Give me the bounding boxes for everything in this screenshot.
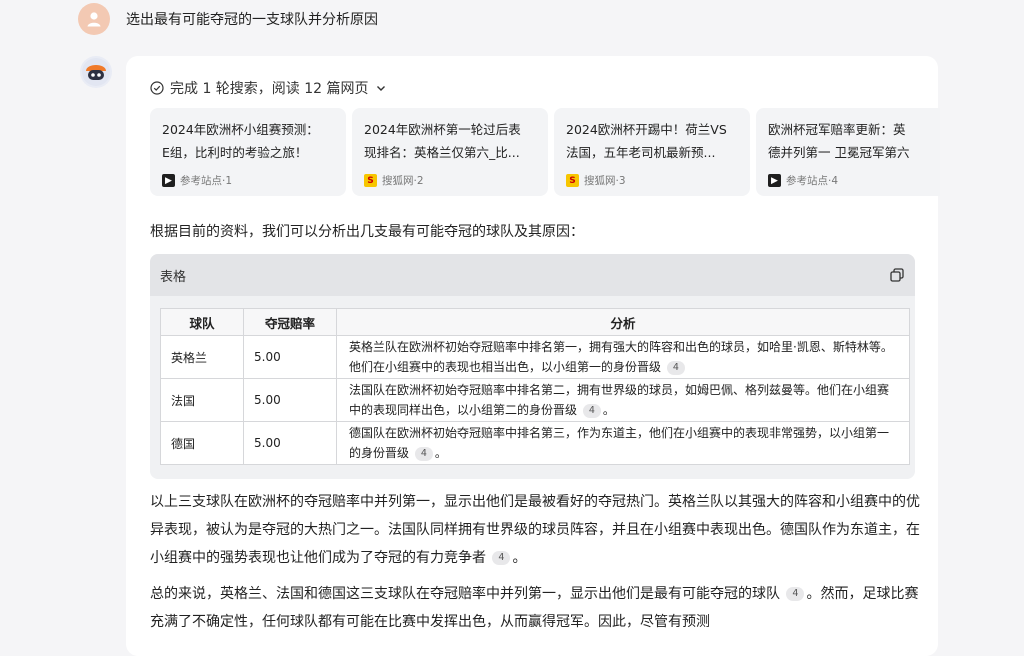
table-header-row: 球队 夺冠赔率 分析 xyxy=(160,308,910,336)
table-row: 英格兰 5.00 英格兰队在欧洲杯初始夺冠赔率中排名第一，拥有强大的阵容和出色的… xyxy=(160,335,910,379)
column-header: 球队 xyxy=(160,308,244,336)
table-row: 法国 5.00 法国队在欧洲杯初始夺冠赔率中排名第二，拥有世界级的球员，如姆巴佩… xyxy=(160,378,910,422)
reference-source: S 搜狐网·2 xyxy=(364,173,424,188)
sohu-icon: S xyxy=(566,174,579,187)
ref-site-icon: ▶ xyxy=(162,174,175,187)
reference-source: ▶ 参考站点·1 xyxy=(162,173,232,188)
reference-source-label: 参考站点·4 xyxy=(786,175,839,187)
table-label: 表格 xyxy=(160,269,187,285)
table-header-bar: 表格 xyxy=(150,254,915,296)
reference-title: 2024年欧洲杯第一轮过后表 现排名：英格兰仅第六_比... xyxy=(364,122,521,160)
analysis-text: 英格兰队在欧洲杯初始夺冠赔率中排名第一，拥有强大的阵容和出色的球员，如哈里·凯恩… xyxy=(349,340,893,374)
copy-icon[interactable] xyxy=(889,267,905,283)
citation-badge[interactable]: 4 xyxy=(582,403,601,418)
user-message: 选出最有可能夺冠的一支球队并分析原因 xyxy=(126,12,378,28)
check-circle-icon xyxy=(150,81,164,95)
search-summary-toggle[interactable]: 完成 1 轮搜索，阅读 12 篇网页 xyxy=(150,78,387,98)
column-header: 分析 xyxy=(336,308,910,336)
reference-card-1[interactable]: 2024年欧洲杯小组赛预测： E组，比利时的考验之旅！ ▶ 参考站点·1 xyxy=(150,108,346,196)
analysis-cell: 英格兰队在欧洲杯初始夺冠赔率中排名第一，拥有强大的阵容和出色的球员，如哈里·凯恩… xyxy=(336,335,910,379)
paragraph-text: 总的来说，英格兰、法国和德国这三支球队在夺冠赔率中并列第一，显示出他们是最有可能… xyxy=(150,586,780,602)
reference-card-2[interactable]: 2024年欧洲杯第一轮过后表 现排名：英格兰仅第六_比... S 搜狐网·2 xyxy=(352,108,548,196)
chevron-down-icon xyxy=(375,82,387,94)
sohu-icon: S xyxy=(364,174,377,187)
citation-badge[interactable]: 4 xyxy=(414,446,433,461)
odds-cell: 5.00 xyxy=(243,378,337,422)
user-message-row: 选出最有可能夺冠的一支球队并分析原因 xyxy=(78,2,378,36)
paragraph-text: 以上三支球队在欧洲杯的夺冠赔率中并列第一，显示出他们是最被看好的夺冠热门。英格兰… xyxy=(150,494,920,566)
team-cell: 德国 xyxy=(160,421,244,465)
summary-paragraph-2: 总的来说，英格兰、法国和德国这三支球队在夺冠赔率中并列第一，显示出他们是最有可能… xyxy=(150,580,920,636)
assistant-avatar xyxy=(80,56,112,88)
user-avatar xyxy=(78,3,110,35)
table-row: 德国 5.00 德国队在欧洲杯初始夺冠赔率中排名第三，作为东道主，他们在小组赛中… xyxy=(160,421,910,465)
citation-badge[interactable]: 4 xyxy=(786,587,805,601)
team-cell: 英格兰 xyxy=(160,335,244,379)
team-cell: 法国 xyxy=(160,378,244,422)
reference-list: 2024年欧洲杯小组赛预测： E组，比利时的考验之旅！ ▶ 参考站点·1 202… xyxy=(150,108,940,196)
intro-text: 根据目前的资料，我们可以分析出几支最有可能夺冠的球队及其原因： xyxy=(150,224,584,240)
odds-cell: 5.00 xyxy=(243,421,337,465)
citation-badge[interactable]: 4 xyxy=(666,360,685,375)
analysis-cell: 法国队在欧洲杯初始夺冠赔率中排名第二，拥有世界级的球员，如姆巴佩、格列兹曼等。他… xyxy=(336,378,910,422)
reference-source-label: 搜狐网·3 xyxy=(584,175,626,187)
reference-source: ▶ 参考站点·4 xyxy=(768,173,838,188)
citation-badge[interactable]: 4 xyxy=(492,551,511,565)
analysis-text: 法国队在欧洲杯初始夺冠赔率中排名第二，拥有世界级的球员，如姆巴佩、格列兹曼等。他… xyxy=(349,383,890,417)
reference-card-4[interactable]: 欧洲杯冠军赔率更新：英 德并列第一 卫冕冠军第六 ▶ 参考站点·4 xyxy=(756,108,940,196)
reference-title: 2024欧洲杯开踢中！荷兰VS 法国，五年老司机最新预... xyxy=(566,122,727,160)
reference-title: 2024年欧洲杯小组赛预测： E组，比利时的考验之旅！ xyxy=(162,122,319,160)
reference-title: 欧洲杯冠军赔率更新：英 德并列第一 卫冕冠军第六 xyxy=(768,122,910,160)
assistant-answer-card: 完成 1 轮搜索，阅读 12 篇网页 2024年欧洲杯小组赛预测： E组，比利时… xyxy=(126,56,940,656)
search-summary-text: 完成 1 轮搜索，阅读 12 篇网页 xyxy=(170,81,369,97)
odds-cell: 5.00 xyxy=(243,335,337,379)
user-icon xyxy=(87,12,101,27)
reference-source-label: 搜狐网·2 xyxy=(382,175,424,187)
odds-table: 球队 夺冠赔率 分析 英格兰 5.00 英格兰队在欧洲杯初始夺冠赔率中排名第一，… xyxy=(160,308,910,465)
reference-source-label: 参考站点·1 xyxy=(180,175,233,187)
table-block: 表格 球队 夺冠赔率 分析 英格兰 5.00 英格兰队在欧洲杯初始夺冠赔率中排名… xyxy=(150,254,915,479)
ref-site-icon: ▶ xyxy=(768,174,781,187)
analysis-cell: 德国队在欧洲杯初始夺冠赔率中排名第三，作为东道主，他们在小组赛中的表现非常强势，… xyxy=(336,421,910,465)
summary-paragraph-1: 以上三支球队在欧洲杯的夺冠赔率中并列第一，显示出他们是最被看好的夺冠热门。英格兰… xyxy=(150,494,920,566)
reference-card-3[interactable]: 2024欧洲杯开踢中！荷兰VS 法国，五年老司机最新预... S 搜狐网·3 xyxy=(554,108,750,196)
robot-icon xyxy=(82,58,110,86)
reference-source: S 搜狐网·3 xyxy=(566,173,626,188)
column-header: 夺冠赔率 xyxy=(243,308,337,336)
